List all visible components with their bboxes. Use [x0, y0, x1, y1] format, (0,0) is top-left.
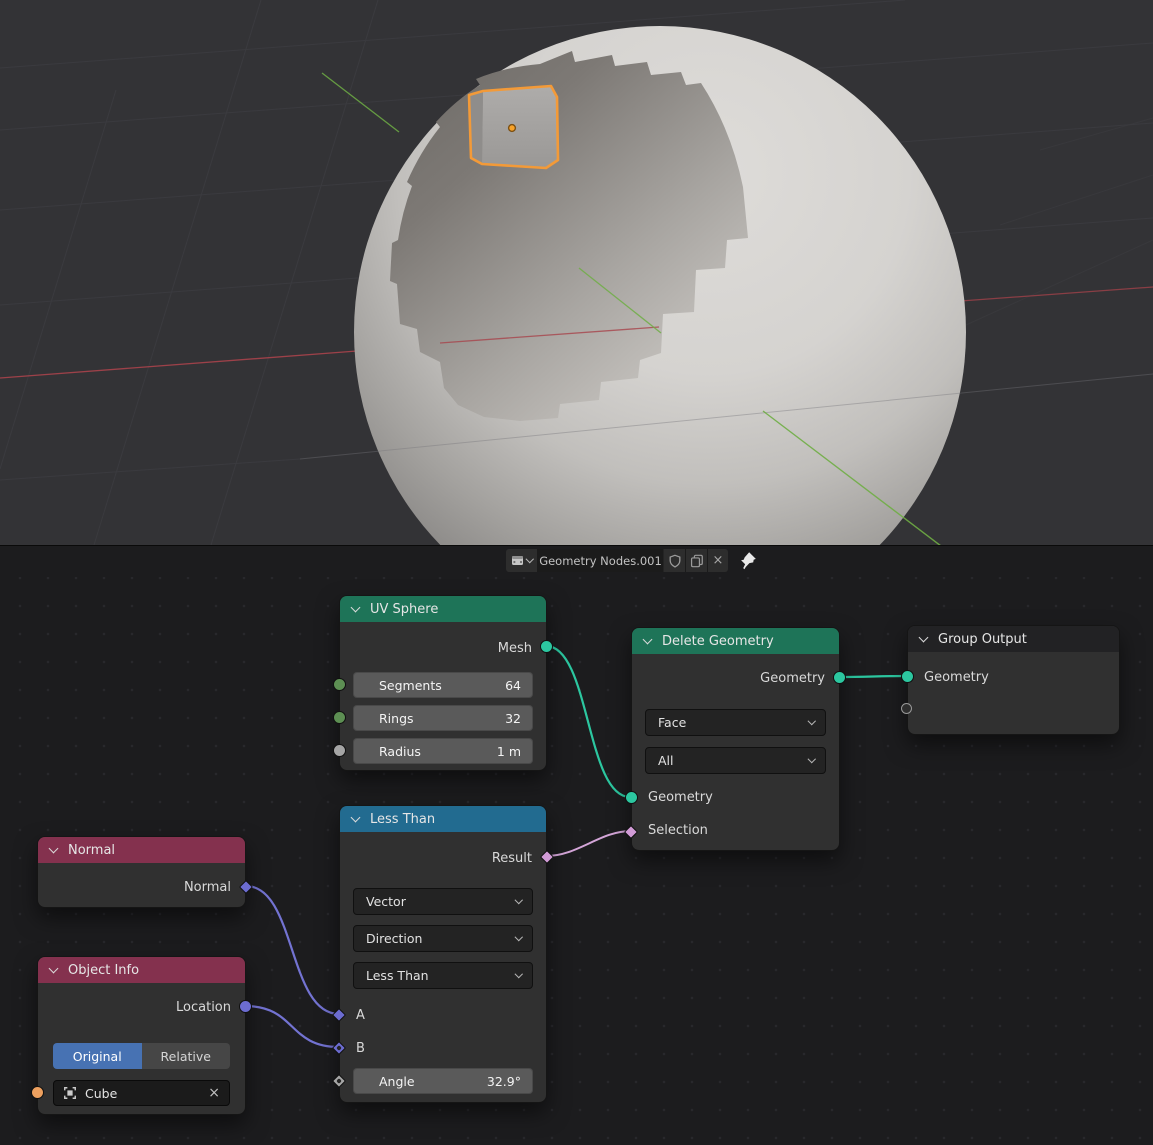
field-value: 32: [505, 711, 521, 726]
socket-mesh-output[interactable]: [540, 640, 553, 653]
socket-label-a: A: [356, 1008, 365, 1023]
segments-field[interactable]: Segments 64: [353, 672, 533, 698]
field-value: 1 m: [497, 744, 521, 759]
radius-field[interactable]: Radius 1 m: [353, 738, 533, 764]
chevron-down-icon: [807, 755, 815, 763]
fake-user-shield-button[interactable]: [664, 549, 686, 572]
object-name: Cube: [85, 1086, 117, 1101]
chevron-down-icon: [514, 896, 522, 904]
socket-label-location: Location: [176, 1000, 231, 1015]
node-title: Normal: [68, 843, 115, 858]
socket-label-b: B: [356, 1041, 365, 1056]
node-header[interactable]: Object Info: [38, 957, 245, 983]
socket-radius-input[interactable]: [333, 744, 346, 757]
node-delete-geometry[interactable]: Delete Geometry Geometry Face All Geomet…: [631, 627, 840, 851]
cube-object[interactable]: [469, 86, 558, 168]
collapse-chevron-icon[interactable]: [49, 843, 59, 853]
close-icon: ×: [713, 554, 724, 567]
copy-icon: [690, 554, 704, 568]
collapse-chevron-icon[interactable]: [351, 812, 361, 822]
cube-front-face: [482, 86, 558, 168]
transform-space-relative-button[interactable]: Relative: [142, 1043, 231, 1069]
socket-label-geometry: Geometry: [924, 670, 989, 685]
socket-label-selection: Selection: [648, 823, 708, 838]
dropdown-value: All: [658, 753, 674, 768]
domain-dropdown[interactable]: Face: [645, 709, 826, 736]
field-value: 64: [505, 678, 521, 693]
pin-icon[interactable]: [738, 551, 757, 570]
node-group-output[interactable]: Group Output Geometry: [907, 625, 1120, 735]
field-value: 32.9°: [487, 1074, 521, 1089]
collapse-chevron-icon[interactable]: [351, 602, 361, 612]
socket-label-normal: Normal: [184, 880, 231, 895]
node-uv-sphere[interactable]: UV Sphere Mesh Segments 64 Rings 32 Radi…: [339, 595, 547, 771]
dropdown-value: Face: [658, 715, 686, 730]
field-label: Segments: [379, 678, 442, 693]
socket-label-geometry-in: Geometry: [648, 790, 713, 805]
socket-virtual-input[interactable]: [901, 703, 912, 714]
angle-field[interactable]: Angle 32.9°: [353, 1068, 533, 1094]
socket-geometry-input[interactable]: [901, 670, 914, 683]
node-tree-name-field[interactable]: Geometry Nodes.001: [538, 549, 664, 572]
node-title: Less Than: [370, 812, 435, 827]
cube-origin-dot: [509, 125, 516, 132]
unlink-data-button[interactable]: ×: [708, 549, 728, 572]
shield-icon: [668, 554, 682, 568]
blender-window: Geometry Nodes.001 × UV Sphere Mesh: [0, 0, 1153, 1145]
dropdown-value: Less Than: [366, 968, 429, 983]
duplicate-data-button[interactable]: [686, 549, 708, 572]
node-header[interactable]: Delete Geometry: [632, 628, 839, 654]
mode-dropdown[interactable]: All: [645, 747, 826, 774]
chevron-down-icon: [514, 970, 522, 978]
node-header[interactable]: Less Than: [340, 806, 546, 832]
node-title: Delete Geometry: [662, 634, 774, 649]
node-object-info[interactable]: Object Info Location Original Relative C…: [37, 956, 246, 1115]
node-title: UV Sphere: [370, 602, 438, 617]
node-header[interactable]: Normal: [38, 837, 245, 863]
socket-segments-input[interactable]: [333, 678, 346, 691]
node-header[interactable]: UV Sphere: [340, 596, 546, 622]
socket-geometry-input[interactable]: [625, 791, 638, 804]
node-tree-selector: Geometry Nodes.001 ×: [506, 549, 757, 572]
field-label: Angle: [379, 1074, 415, 1089]
collapse-chevron-icon[interactable]: [49, 963, 59, 973]
browse-node-tree-button[interactable]: [506, 549, 538, 572]
chevron-down-icon: [526, 555, 534, 563]
node-header[interactable]: Group Output: [908, 626, 1119, 652]
socket-label-geometry-out: Geometry: [760, 671, 825, 686]
mode-dropdown[interactable]: Direction: [353, 925, 533, 952]
chevron-down-icon: [514, 933, 522, 941]
socket-label-mesh: Mesh: [498, 641, 532, 656]
operation-dropdown[interactable]: Less Than: [353, 962, 533, 989]
socket-rings-input[interactable]: [333, 711, 346, 724]
collapse-chevron-icon[interactable]: [643, 634, 653, 644]
node-less-than[interactable]: Less Than Result Vector Direction Less T…: [339, 805, 547, 1103]
clear-object-icon[interactable]: ×: [208, 1086, 220, 1100]
dropdown-value: Vector: [366, 894, 406, 909]
socket-label-result: Result: [492, 851, 532, 866]
dropdown-value: Direction: [366, 931, 422, 946]
mesh-data-icon: [63, 1086, 77, 1100]
chevron-down-icon: [807, 717, 815, 725]
data-type-dropdown[interactable]: Vector: [353, 888, 533, 915]
collapse-chevron-icon[interactable]: [919, 632, 929, 642]
rings-field[interactable]: Rings 32: [353, 705, 533, 731]
transform-space-original-button[interactable]: Original: [53, 1043, 142, 1069]
object-selector-field[interactable]: Cube ×: [53, 1080, 230, 1106]
viewport-3d[interactable]: [0, 0, 1153, 545]
node-tree-icon: [511, 554, 524, 567]
node-title: Group Output: [938, 632, 1027, 647]
socket-geometry-output[interactable]: [833, 671, 846, 684]
field-label: Radius: [379, 744, 421, 759]
field-label: Rings: [379, 711, 414, 726]
socket-object-input[interactable]: [31, 1086, 44, 1099]
socket-location-output[interactable]: [239, 1000, 252, 1013]
node-normal[interactable]: Normal Normal: [37, 836, 246, 908]
node-title: Object Info: [68, 963, 139, 978]
